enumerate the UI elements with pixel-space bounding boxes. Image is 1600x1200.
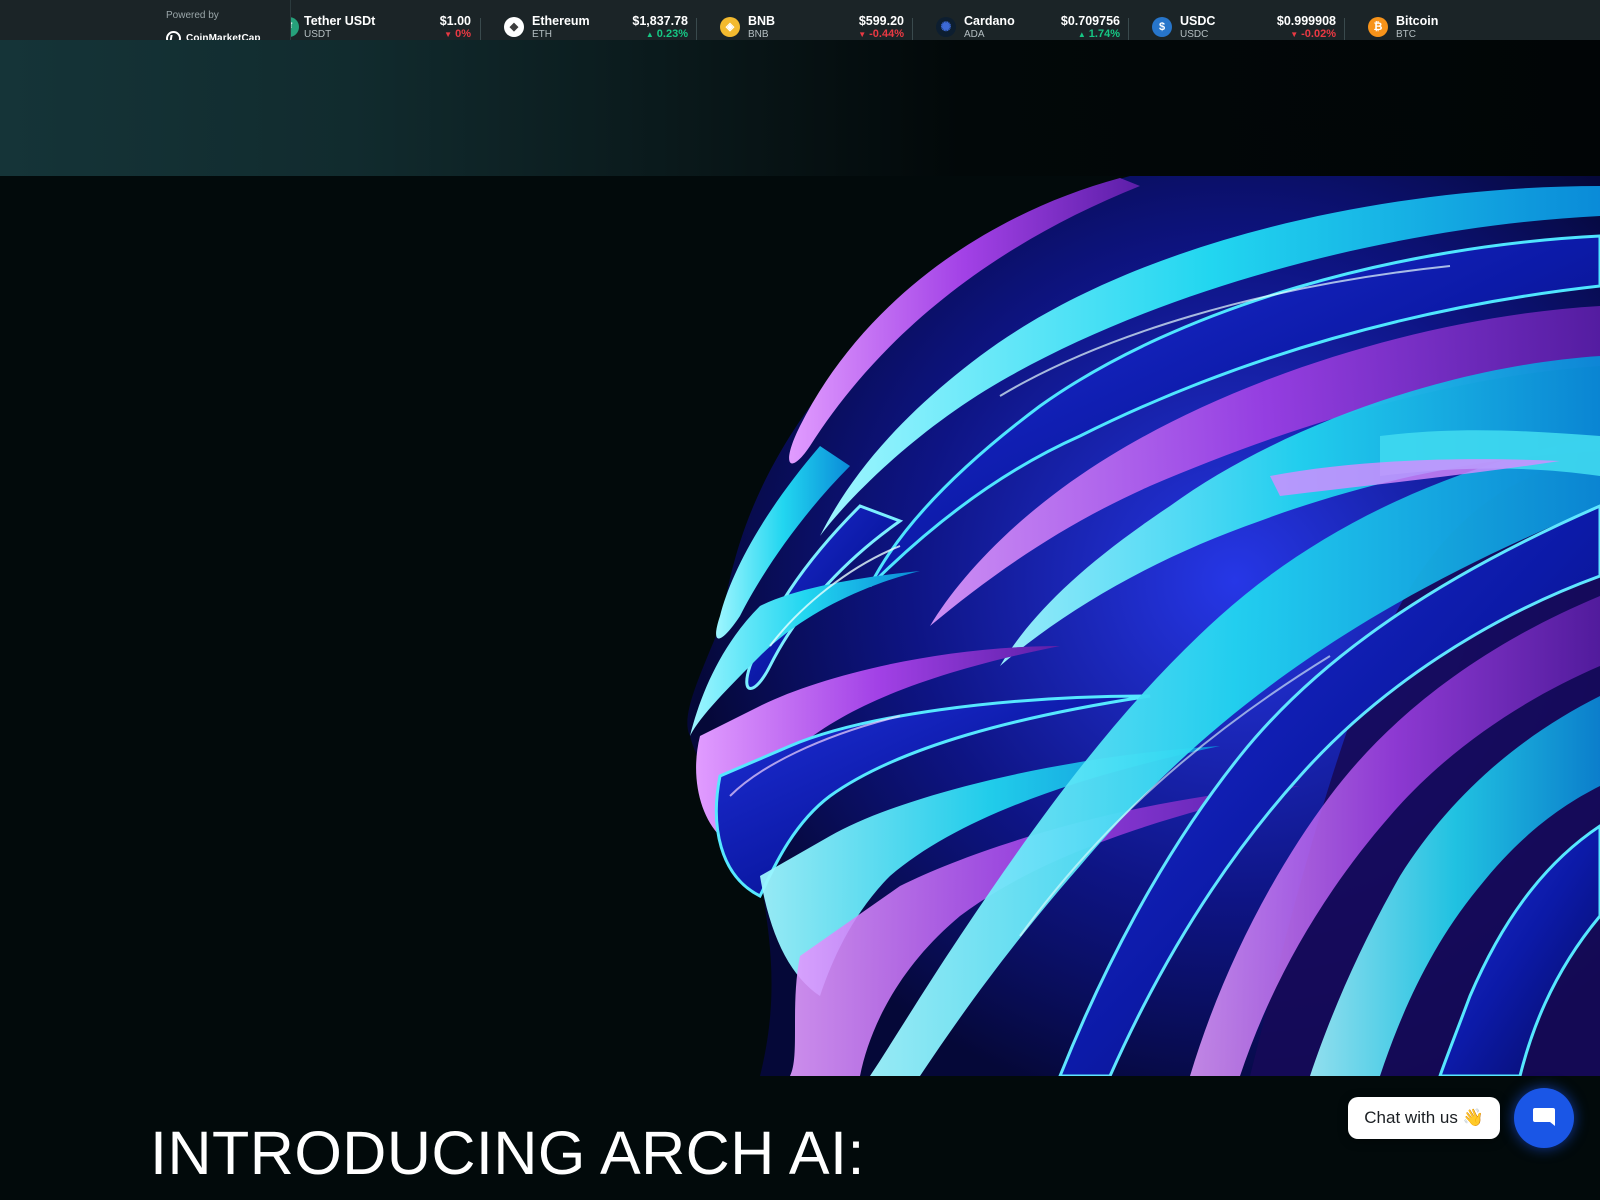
coin-change: ▲ 0.23% <box>645 28 688 40</box>
coin-symbol: BNB <box>748 29 769 40</box>
coin-price: $1,837.78 <box>632 14 688 28</box>
coin-symbol: ADA <box>964 29 985 40</box>
abstract-head-illustration <box>687 176 1600 1076</box>
coin-change: ▲ 1.74% <box>1077 28 1120 40</box>
ticker-divider <box>480 18 481 40</box>
up-arrow-icon: ▲ <box>1077 30 1086 39</box>
ticker-divider <box>1128 18 1129 40</box>
coin-price: $0.999908 <box>1276 14 1336 28</box>
coin-name: Cardano <box>964 14 1015 28</box>
ticker-divider <box>696 18 697 40</box>
bitcoin-icon: ₿ <box>1368 17 1388 37</box>
coin-change: ▼ -0.44% <box>858 28 904 40</box>
ticker-divider <box>912 18 913 40</box>
ticker-coin-ethereum[interactable]: ◆ Ethereum ETH $1,837.78 ▲ 0.23% <box>504 0 688 40</box>
coin-price: $599.20 <box>858 14 904 28</box>
coin-symbol: USDT <box>304 29 332 40</box>
down-arrow-icon: ▼ <box>858 30 867 39</box>
ticker-coin-usdc[interactable]: $ USDC USDC $0.999908 ▼ -0.02% <box>1152 0 1336 40</box>
chat-with-us-label[interactable]: Chat with us 👋 <box>1348 1097 1500 1139</box>
coin-name: USDC <box>1180 14 1216 28</box>
coin-name: Bitcoin <box>1396 14 1439 28</box>
header-band <box>0 40 1600 176</box>
hero-artwork <box>0 176 1600 1076</box>
coin-name: BNB <box>748 14 776 28</box>
powered-by-label: Powered by <box>166 10 219 21</box>
ticker-coin-bnb[interactable]: ◈ BNB BNB $599.20 ▼ -0.44% <box>720 0 904 40</box>
chat-bubble-icon <box>1533 1108 1555 1126</box>
coin-change: ▼ -0.02% <box>1290 28 1336 40</box>
down-arrow-icon: ▼ <box>444 30 453 39</box>
bnb-icon: ◈ <box>720 17 740 37</box>
ticker-coin-tether[interactable]: ₮ Tether USDt USDT $1.00 ▼0% <box>291 0 471 40</box>
usdc-icon: $ <box>1152 17 1172 37</box>
page-headline: INTRODUCING ARCH AI: <box>150 1119 865 1187</box>
coin-change: ▼ 0% <box>444 28 471 40</box>
page: Powered by CoinMarketCap ₮ Tether USDt U… <box>0 0 1600 1200</box>
coin-symbol: ETH <box>532 29 552 40</box>
up-arrow-icon: ▲ <box>645 30 654 39</box>
ticker-coin-bitcoin[interactable]: ₿ Bitcoin BTC <box>1368 0 1450 40</box>
ticker-coin-list: ₮ Tether USDt USDT $1.00 ▼0% ◆ Ethereum … <box>291 0 1450 40</box>
down-arrow-icon: ▼ <box>1290 30 1299 39</box>
coin-symbol: BTC <box>1396 29 1416 40</box>
coin-price: $0.709756 <box>1060 14 1120 28</box>
ticker-divider <box>1344 18 1345 40</box>
coin-symbol: USDC <box>1180 29 1209 40</box>
ticker-coin-cardano[interactable]: ✺ Cardano ADA $0.709756 ▲ 1.74% <box>936 0 1120 40</box>
ethereum-icon: ◆ <box>504 17 524 37</box>
cardano-icon: ✺ <box>936 17 956 37</box>
tether-icon: ₮ <box>291 17 299 37</box>
coin-name: Ethereum <box>532 14 590 28</box>
coin-price: $1.00 <box>439 14 471 28</box>
coin-name: Tether USDt <box>304 14 376 28</box>
chat-launcher-button[interactable] <box>1514 1088 1574 1148</box>
